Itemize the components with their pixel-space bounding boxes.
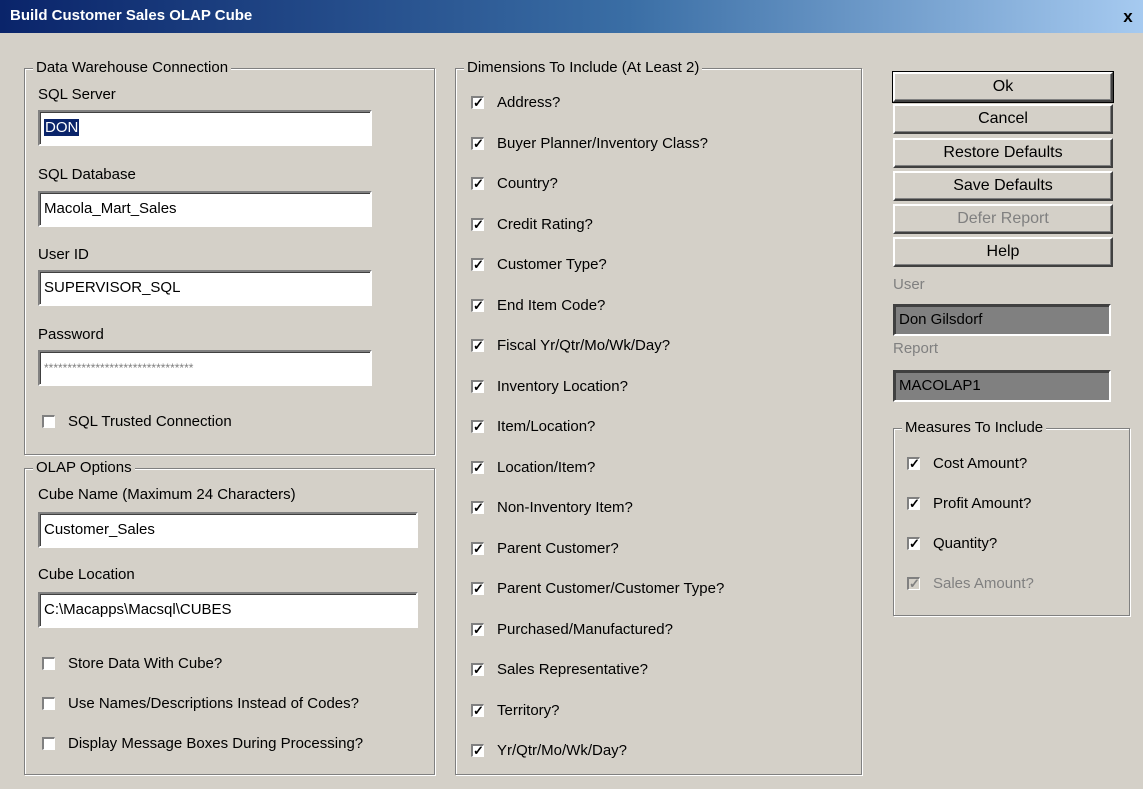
checkbox-box [42, 415, 55, 428]
checkbox-box: ✓ [471, 176, 484, 191]
dimension-checkbox-label: Buyer Planner/Inventory Class? [497, 134, 708, 152]
checkbox-box: ✓ [471, 297, 484, 313]
window-title: Build Customer Sales OLAP Cube [10, 7, 253, 24]
checkbox-box: ✓ [907, 496, 920, 511]
sql-database-label: SQL Database [38, 166, 136, 183]
user-field: Don Gilsdorf [893, 304, 1111, 336]
help-button[interactable]: Help [893, 237, 1113, 267]
report-field: MACOLAP1 [893, 370, 1111, 402]
dimension-checkbox-label: Purchased/Manufactured? [497, 620, 673, 638]
dimension-checkbox-label: Territory? [497, 701, 560, 719]
measure-checkbox-label: Profit Amount? [933, 495, 1032, 512]
defer-report-button[interactable]: Defer Report [893, 204, 1113, 234]
checkbox-box: ✓ [471, 581, 484, 596]
measures-group-title: Measures To Include [902, 419, 1047, 437]
user-id-label: User ID [38, 246, 89, 263]
cancel-button[interactable]: Cancel [893, 104, 1113, 134]
checkbox-box: ✓ [471, 216, 484, 232]
checkbox-box: ✓ [471, 540, 484, 556]
cube-location-label: Cube Location [38, 566, 135, 583]
measure-checkbox-label: Quantity? [933, 535, 998, 552]
checkbox-box: ✓ [471, 257, 484, 272]
cube-name-input[interactable]: Customer_Sales [38, 512, 418, 548]
measure-checkbox-label: Cost Amount? [933, 455, 1028, 472]
close-button[interactable]: x [1118, 8, 1138, 26]
dimension-checkbox-label: Item/Location? [497, 418, 596, 435]
dimension-checkbox-label: Customer Type? [497, 256, 607, 273]
report-label: Report [893, 340, 939, 357]
restore-defaults-button[interactable]: Restore Defaults [893, 138, 1113, 168]
olap-option-checkbox-label: Store Data With Cube? [68, 655, 223, 672]
olap-option-checkbox-label: Use Names/Descriptions Instead of Codes? [68, 695, 359, 712]
dimension-checkbox-label: Location/Item? [497, 458, 596, 476]
checkbox-box: ✓ [471, 95, 484, 110]
olap-option-checkbox-label: Display Message Boxes During Processing? [68, 735, 364, 752]
checkbox-box [42, 737, 55, 750]
sql-server-input[interactable]: DON [38, 110, 372, 146]
checkbox-box: ✓ [471, 743, 484, 758]
checkbox-box: ✓ [471, 702, 484, 718]
sql-server-value: DON [44, 119, 80, 136]
cube-location-input[interactable]: C:\Macapps\Macsql\CUBES [38, 592, 418, 628]
sql-server-label: SQL Server [38, 86, 116, 103]
sql-database-input[interactable]: Macola_Mart_Sales [38, 191, 372, 227]
checkbox-box: ✓ [471, 135, 484, 151]
checkbox-box: ✓ [471, 500, 484, 515]
checkbox-box: ✓ [907, 576, 920, 591]
title-bar: Build Customer Sales OLAP Cube [0, 0, 1143, 33]
user-label: User [893, 276, 925, 293]
checkbox-box: ✓ [471, 378, 484, 394]
checkbox-box: ✓ [471, 662, 484, 677]
password-label: Password [38, 326, 104, 343]
dimension-checkbox-label: End Item Code? [497, 296, 606, 314]
dimension-checkbox-label: Address? [497, 94, 561, 111]
dimensions-group-title: Dimensions To Include (At Least 2) [464, 59, 703, 77]
dimension-checkbox-label: Credit Rating? [497, 215, 593, 233]
dimension-checkbox-label: Sales Representative? [497, 661, 648, 678]
olap-options-group-title: OLAP Options [33, 459, 135, 477]
checkbox-box: ✓ [471, 419, 484, 434]
checkbox-box: ✓ [907, 456, 920, 471]
dimension-checkbox-label: Parent Customer/Customer Type? [497, 580, 725, 597]
sql-trusted-connection-label: SQL Trusted Connection [68, 413, 232, 430]
checkbox-box: ✓ [471, 338, 484, 353]
dimension-checkbox-label: Fiscal Yr/Qtr/Mo/Wk/Day? [497, 337, 671, 354]
dimension-checkbox-label: Yr/Qtr/Mo/Wk/Day? [497, 742, 628, 759]
user-id-input[interactable]: SUPERVISOR_SQL [38, 270, 372, 306]
cube-name-label: Cube Name (Maximum 24 Characters) [38, 486, 296, 503]
checkbox-box: ✓ [907, 536, 920, 551]
measure-checkbox-label: Sales Amount? [933, 575, 1034, 592]
data-warehouse-group-title: Data Warehouse Connection [33, 59, 232, 77]
dimension-checkbox-label: Country? [497, 175, 558, 192]
dimension-checkbox-label: Parent Customer? [497, 539, 619, 557]
checkbox-box [42, 657, 55, 670]
password-input[interactable]: ******************************** [38, 350, 372, 386]
save-defaults-button[interactable]: Save Defaults [893, 171, 1113, 201]
dimension-checkbox-label: Inventory Location? [497, 377, 628, 395]
checkbox-box: ✓ [471, 621, 484, 637]
checkbox-box: ✓ [471, 459, 484, 475]
ok-button[interactable]: Ok [892, 71, 1114, 103]
checkbox-box [42, 697, 55, 710]
dimension-checkbox-label: Non-Inventory Item? [497, 499, 633, 516]
